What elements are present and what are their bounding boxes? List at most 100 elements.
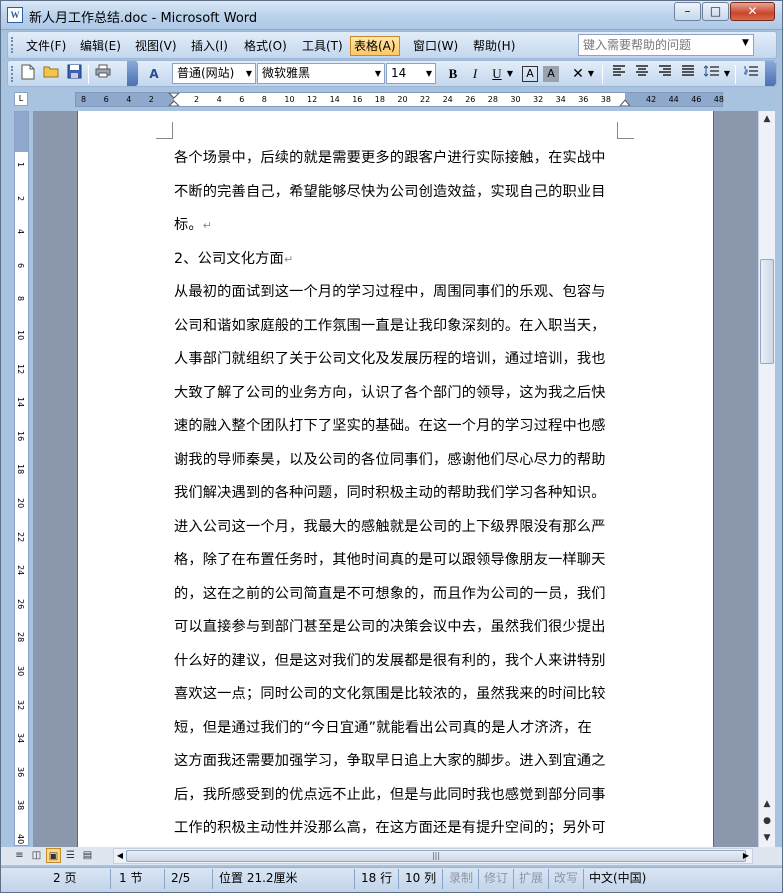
vertical-scrollbar[interactable]: ▲ ▲ ● ▼: [758, 111, 775, 847]
menu-window[interactable]: 窗口(W): [409, 36, 462, 56]
horizontal-scroll-thumb[interactable]: |||: [126, 850, 746, 862]
scroll-up-icon[interactable]: ▲: [759, 111, 775, 127]
next-page-icon[interactable]: ▼: [759, 830, 775, 846]
bold-button[interactable]: B: [443, 64, 463, 84]
web-layout-icon[interactable]: ◫: [29, 848, 44, 863]
title-bar[interactable]: W 新人月工作总结.doc - Microsoft Word – □ ✕: [1, 1, 782, 30]
status-record[interactable]: 录制: [445, 869, 479, 889]
document-line[interactable]: 工作的积极主动性并没那么高，在这方面还是有提升空间的；另外可: [174, 817, 624, 847]
line-spacing-dropdown-icon[interactable]: ▼: [722, 64, 732, 84]
document-line[interactable]: 大致了解了公司的业务方向，认识了各个部门的领导，这为我之后快: [174, 382, 624, 416]
document-line[interactable]: 短，但是通过我们的“今日宜通”就能看出公司真的是人才济济，在: [174, 717, 624, 751]
right-indent-icon[interactable]: [619, 96, 631, 106]
menu-help[interactable]: 帮助(H): [469, 36, 519, 56]
document-line[interactable]: 进入公司这一个月，我最大的感触就是公司的上下级界限没有那么严: [174, 516, 624, 550]
prev-page-icon[interactable]: ▲: [759, 796, 775, 812]
status-extend[interactable]: 扩展: [515, 869, 549, 889]
select-browse-object-icon[interactable]: ●: [759, 813, 775, 829]
char-shading-button[interactable]: A: [543, 66, 559, 82]
style-select[interactable]: 普通(网站) ▼: [172, 63, 256, 84]
document-line[interactable]: 的，这在之前的公司简直是不可想象的，而且作为公司的一员，我们: [174, 583, 624, 617]
align-center-icon[interactable]: [632, 64, 652, 84]
toolbar-grip[interactable]: [11, 66, 14, 82]
normal-view-icon[interactable]: ≡: [12, 848, 27, 863]
document-line[interactable]: 什么好的建议，但是这对我们的发展都是很有利的，我个人来讲特别: [174, 650, 624, 684]
document-line[interactable]: 谢我的导师秦昊，以及公司的各位同事们，感谢他们尽心尽力的帮助: [174, 449, 624, 483]
help-dropdown-arrow-icon[interactable]: ▼: [742, 38, 752, 50]
toolbar-overflow-right-icon[interactable]: [765, 61, 776, 86]
status-column: 10 列: [401, 869, 443, 889]
menubar-grip[interactable]: [11, 37, 14, 53]
ruler-tick-label: 12: [307, 95, 318, 104]
phonetic-dropdown-icon[interactable]: ▼: [586, 64, 596, 84]
ruler-tick-label: 24: [16, 565, 25, 576]
style-dropdown-icon[interactable]: ▼: [243, 64, 255, 83]
document-line[interactable]: 各个场景中，后续的就是需要更多的跟客户进行实际接触，在实战中: [174, 147, 624, 181]
menu-tools[interactable]: 工具(T): [298, 36, 347, 56]
document-line[interactable]: 2、公司文化方面↵: [174, 248, 624, 282]
document-line[interactable]: 速的融入整个团队打下了坚实的基础。在这一个月的学习过程中也感: [174, 415, 624, 449]
scroll-left-icon[interactable]: ◀: [114, 849, 126, 863]
maximize-button[interactable]: □: [702, 2, 729, 21]
help-search-input[interactable]: 键入需要帮助的问题: [578, 34, 754, 56]
horizontal-ruler[interactable]: 8 6 4 2 2 4 6 8 10 12 14 16 18 20 22 24 26 28 30 32 34 36 38 42…: [75, 92, 724, 107]
print-icon[interactable]: [93, 64, 113, 84]
menu-edit[interactable]: 编辑(E): [76, 36, 125, 56]
menu-file[interactable]: 文件(F): [22, 36, 70, 56]
print-layout-icon[interactable]: ▣: [46, 848, 61, 863]
first-line-indent-icon[interactable]: [168, 93, 180, 106]
menu-format[interactable]: 格式(O): [240, 36, 291, 56]
document-line[interactable]: 标。↵: [174, 214, 624, 248]
ruler-tick-label: 30: [510, 95, 521, 104]
font-select[interactable]: 微软雅黑 ▼: [257, 63, 385, 84]
menu-insert[interactable]: 插入(I): [187, 36, 232, 56]
outline-view-icon[interactable]: ☰: [63, 848, 78, 863]
font-size-dropdown-icon[interactable]: ▼: [423, 64, 435, 83]
justify-icon[interactable]: [678, 64, 698, 84]
align-left-icon[interactable]: [609, 64, 629, 84]
vertical-scroll-thumb[interactable]: [760, 259, 774, 364]
document-line[interactable]: 人事部门就组织了关于公司文化及发展历程的培训，通过培训，我也: [174, 348, 624, 382]
document-line[interactable]: 不断的完善自己，希望能够尽快为公司创造效益，实现自己的职业目: [174, 181, 624, 215]
reading-layout-icon[interactable]: ▤: [80, 848, 95, 863]
save-icon[interactable]: [64, 64, 84, 84]
minimize-button[interactable]: –: [674, 2, 701, 21]
menu-view[interactable]: 视图(V): [131, 36, 181, 56]
toolbar-overflow-left-icon[interactable]: [127, 61, 138, 86]
status-overtype[interactable]: 改写: [550, 869, 584, 889]
document-line[interactable]: 后，我所感受到的优点远不止此，但是与此同时我也感觉到部分同事: [174, 784, 624, 818]
document-line[interactable]: 这方面我还需要加强学习，争取早日追上大家的脚步。进入到宜通之: [174, 750, 624, 784]
tab-selector-icon[interactable]: L: [14, 92, 28, 106]
document-line[interactable]: 公司和谐如家庭般的工作氛围一直是让我印象深刻的。在入职当天，: [174, 315, 624, 349]
close-button[interactable]: ✕: [730, 2, 775, 21]
align-right-icon[interactable]: [655, 64, 675, 84]
open-folder-icon[interactable]: [41, 64, 61, 84]
horizontal-scrollbar[interactable]: ◀ ||| ▶: [113, 848, 753, 864]
font-dropdown-icon[interactable]: ▼: [372, 64, 384, 83]
vertical-ruler[interactable]: 124681012141618202224262830323436384042: [14, 111, 29, 878]
ruler-tick-label: 4: [216, 95, 222, 104]
char-border-button[interactable]: A: [522, 66, 538, 82]
status-track-changes[interactable]: 修订: [480, 869, 514, 889]
ruler-tick-label: 4: [126, 95, 132, 104]
document-line[interactable]: 格，除了在布置任务时，其他时间真的是可以跟领导像朋友一样聊天: [174, 549, 624, 583]
italic-button[interactable]: I: [465, 64, 485, 84]
document-line[interactable]: 我们解决遇到的各种问题，同时积极主动的帮助我们学习各种知识。: [174, 482, 624, 516]
document-text[interactable]: 各个场景中，后续的就是需要更多的跟客户进行实际接触，在实战中 不断的完善自己，希望…: [174, 147, 624, 847]
font-size-select[interactable]: 14 ▼: [386, 63, 436, 84]
status-language[interactable]: 中文(中国): [585, 869, 655, 889]
phonetic-guide-icon[interactable]: ✕: [568, 64, 588, 84]
styles-pane-icon[interactable]: A: [144, 64, 164, 84]
underline-button[interactable]: U: [487, 64, 507, 84]
new-document-icon[interactable]: [18, 64, 38, 84]
document-page[interactable]: 各个场景中，后续的就是需要更多的跟客户进行实际接触，在实战中 不断的完善自己，希望…: [77, 111, 714, 847]
document-line[interactable]: 喜欢这一点；同时公司的文化氛围是比较浓的，虽然我来的时间比较: [174, 683, 624, 717]
menu-table[interactable]: 表格(A): [350, 36, 400, 56]
document-line[interactable]: 从最初的面试到这一个月的学习过程中，周围同事们的乐观、包容与: [174, 281, 624, 315]
word-app-icon[interactable]: W: [7, 7, 23, 23]
document-line[interactable]: 可以直接参与到部门甚至是公司的决策会议中去，虽然我们很少提出: [174, 616, 624, 650]
scroll-right-icon[interactable]: ▶: [740, 849, 752, 863]
numbering-icon[interactable]: [741, 64, 761, 84]
line-spacing-icon[interactable]: [702, 64, 722, 84]
underline-dropdown-icon[interactable]: ▼: [505, 64, 515, 84]
